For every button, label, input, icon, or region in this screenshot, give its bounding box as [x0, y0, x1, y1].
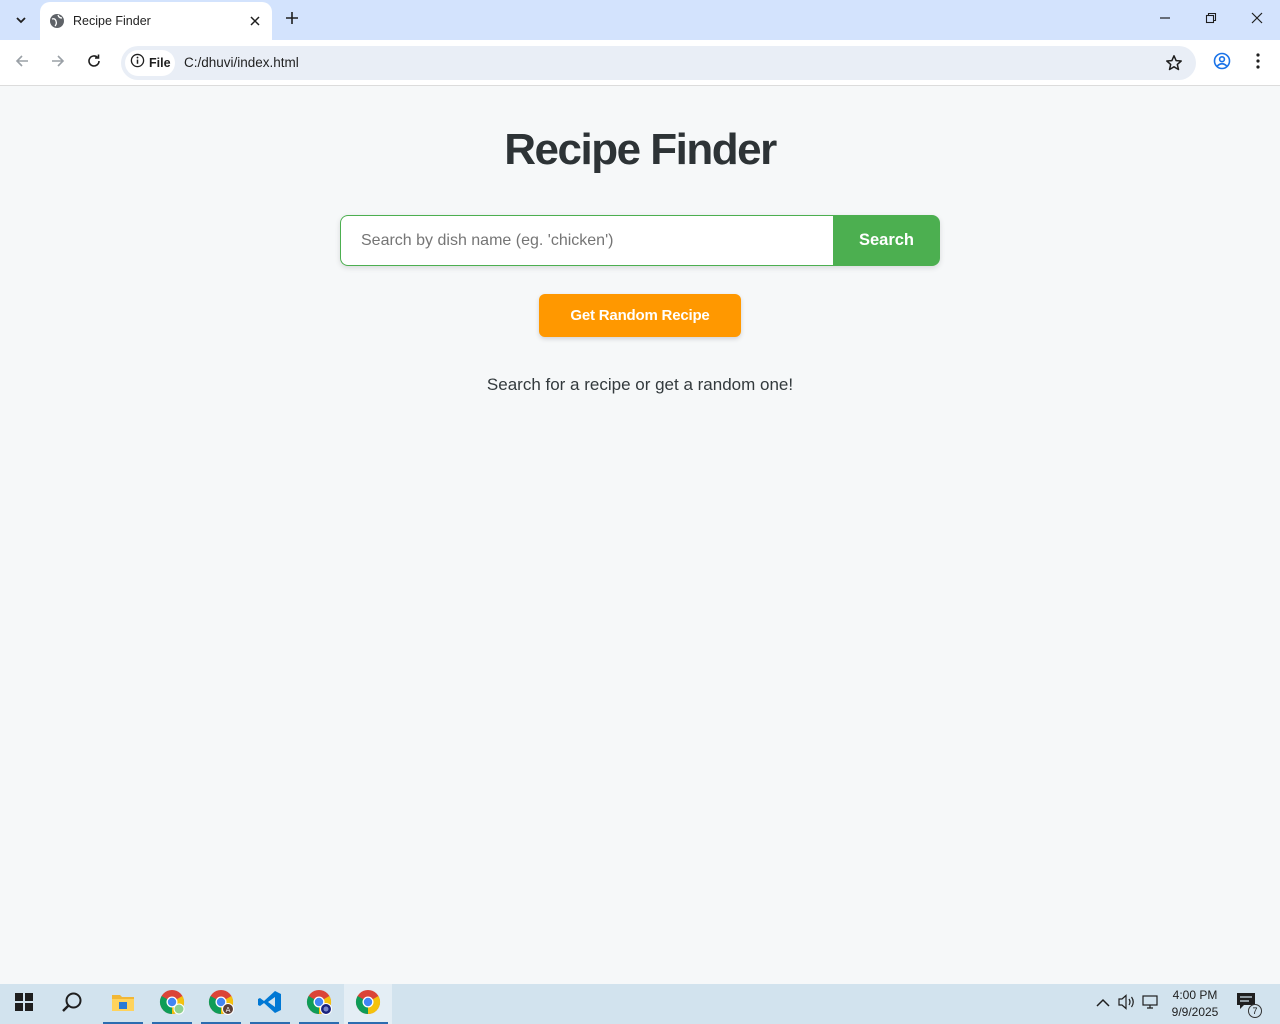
restore-button[interactable] — [1188, 0, 1234, 40]
chevron-down-icon — [15, 14, 27, 26]
browser-toolbar: File C:/dhuvi/index.html — [0, 40, 1280, 86]
tray-volume-button[interactable] — [1117, 993, 1137, 1015]
reload-button[interactable] — [79, 48, 109, 78]
tab-title: Recipe Finder — [73, 14, 151, 28]
new-tab-button[interactable] — [280, 8, 304, 32]
tray-network-button[interactable] — [1141, 994, 1161, 1014]
plus-icon — [285, 11, 299, 30]
tab-close-icon[interactable] — [245, 11, 265, 31]
page-content: Recipe Finder Search Get Random Recipe S… — [0, 87, 1280, 984]
taskbar-chrome-4[interactable] — [344, 984, 392, 1024]
random-recipe-button[interactable]: Get Random Recipe — [539, 294, 741, 337]
reload-icon — [86, 53, 102, 74]
globe-icon — [49, 13, 65, 29]
vscode-icon — [258, 990, 282, 1019]
chrome-profile-a-icon: A — [208, 989, 234, 1020]
arrow-right-icon — [50, 53, 66, 74]
notification-center-button[interactable]: 7 — [1236, 992, 1262, 1018]
bookmark-star-icon[interactable] — [1164, 53, 1184, 73]
svg-text:A: A — [226, 1006, 231, 1014]
search-button[interactable]: Search — [833, 215, 940, 266]
start-button[interactable] — [0, 984, 48, 1024]
taskbar-clock[interactable]: 4:00 PM 9/9/2025 — [1163, 987, 1227, 1021]
search-input[interactable] — [340, 215, 833, 266]
taskbar-search-button[interactable] — [48, 984, 96, 1024]
taskbar-vscode[interactable] — [246, 984, 294, 1024]
account-circle-icon — [1213, 52, 1231, 75]
minimize-button[interactable] — [1142, 0, 1188, 40]
arrow-left-icon — [14, 53, 30, 74]
status-message: Search for a recipe or get a random one! — [486, 375, 794, 394]
info-icon — [130, 53, 145, 73]
browser-tabstrip: Recipe Finder — [0, 0, 1280, 40]
site-info-chip[interactable]: File — [125, 50, 175, 76]
close-window-button[interactable] — [1234, 0, 1280, 40]
tray-overflow-button[interactable] — [1093, 994, 1113, 1014]
chip-label: File — [149, 56, 171, 70]
clock-date: 9/9/2025 — [1171, 1005, 1219, 1019]
browser-tab[interactable]: Recipe Finder — [40, 2, 272, 40]
back-button[interactable] — [7, 48, 37, 78]
close-icon — [1251, 11, 1263, 29]
clock-time: 4:00 PM — [1172, 988, 1218, 1002]
network-icon — [1142, 994, 1160, 1015]
search-icon — [61, 991, 83, 1018]
notification-count-badge: 7 — [1248, 1004, 1262, 1018]
forward-button[interactable] — [43, 48, 73, 78]
more-vertical-icon — [1256, 52, 1260, 74]
search-bar: Search — [340, 215, 940, 266]
chrome-icon — [355, 989, 381, 1020]
chrome-profile-icon — [306, 989, 332, 1020]
windows-start-icon — [15, 992, 33, 1016]
page-title: Recipe Finder — [504, 125, 777, 174]
taskbar-file-explorer[interactable] — [99, 984, 147, 1024]
chrome-icon — [159, 989, 185, 1020]
profile-button[interactable] — [1207, 48, 1237, 78]
browser-menu-button[interactable] — [1243, 48, 1273, 78]
chevron-up-icon — [1096, 995, 1110, 1013]
minimize-icon — [1159, 11, 1171, 29]
taskbar-chrome-2[interactable]: A — [197, 984, 245, 1024]
restore-icon — [1205, 11, 1217, 29]
speaker-icon — [1118, 993, 1136, 1015]
file-explorer-icon — [111, 992, 135, 1017]
url-text: C:/dhuvi/index.html — [184, 55, 299, 70]
tab-search-button[interactable] — [8, 7, 34, 33]
taskbar-chrome-3[interactable] — [295, 984, 343, 1024]
taskbar: A 4:00 PM 9/9/2025 7 — [0, 984, 1280, 1024]
taskbar-chrome-1[interactable] — [148, 984, 196, 1024]
address-bar[interactable]: File C:/dhuvi/index.html — [121, 46, 1196, 80]
